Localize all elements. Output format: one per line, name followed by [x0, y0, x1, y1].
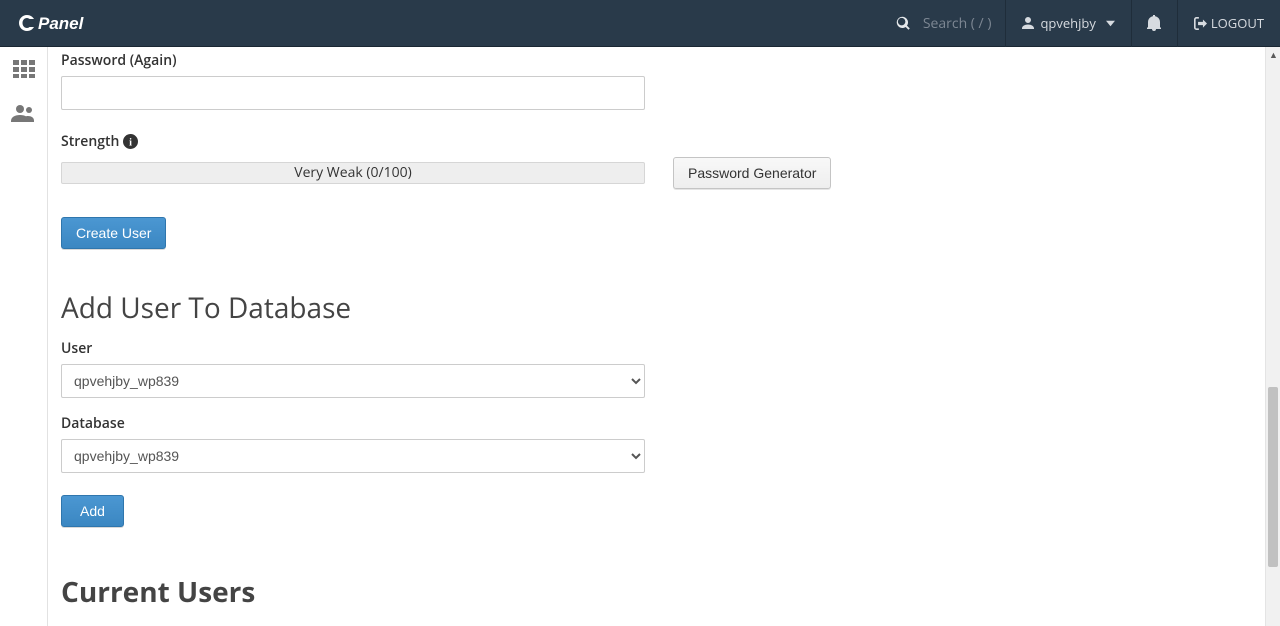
info-icon[interactable]: i — [123, 134, 138, 149]
scrollbar-thumb[interactable] — [1268, 387, 1278, 567]
user-select-label: User — [61, 339, 1280, 358]
bell-icon — [1147, 15, 1161, 31]
logout-label: LOGOUT — [1211, 14, 1264, 32]
search-placeholder: Search ( / ) — [923, 14, 992, 33]
header-search[interactable]: Search ( / ) — [882, 14, 1006, 33]
sidebar-item-user-manager[interactable] — [0, 91, 47, 135]
create-user-button[interactable]: Create User — [61, 217, 166, 249]
username-label: qpvehjby — [1040, 14, 1095, 32]
user-menu[interactable]: qpvehjby — [1005, 0, 1130, 47]
add-button[interactable]: Add — [61, 495, 124, 527]
caret-down-icon — [1106, 19, 1115, 28]
strength-label: Strength — [61, 132, 119, 151]
users-icon — [11, 104, 37, 122]
search-icon[interactable] — [896, 16, 911, 31]
main-content: Password (Again) Strength i Very Weak (0… — [48, 47, 1280, 626]
vertical-scrollbar[interactable]: ▲ — [1265, 47, 1280, 626]
logout-button[interactable]: LOGOUT — [1177, 0, 1280, 47]
add-user-to-database-heading: Add User To Database — [61, 289, 1280, 327]
user-select[interactable]: qpvehjby_wp839 — [61, 364, 645, 398]
password-generator-button[interactable]: Password Generator — [673, 157, 831, 189]
notifications-button[interactable] — [1131, 0, 1177, 47]
current-users-heading: Current Users — [61, 573, 1280, 611]
top-header: Panel Search ( / ) qpvehjby LOGOUT — [0, 0, 1280, 47]
cpanel-logo[interactable]: Panel — [18, 12, 108, 34]
scroll-up-arrow[interactable]: ▲ — [1266, 47, 1280, 62]
strength-meter: Very Weak (0/100) — [61, 162, 645, 184]
grid-icon — [13, 60, 35, 78]
user-icon — [1022, 17, 1034, 29]
svg-text:Panel: Panel — [38, 14, 85, 33]
sidebar — [0, 47, 48, 626]
sidebar-item-home[interactable] — [0, 47, 47, 91]
svg-text:i: i — [130, 137, 133, 148]
password-again-input[interactable] — [61, 76, 645, 110]
password-again-label: Password (Again) — [61, 51, 1280, 70]
database-select[interactable]: qpvehjby_wp839 — [61, 439, 645, 473]
logout-icon — [1194, 17, 1207, 30]
database-select-label: Database — [61, 414, 1280, 433]
